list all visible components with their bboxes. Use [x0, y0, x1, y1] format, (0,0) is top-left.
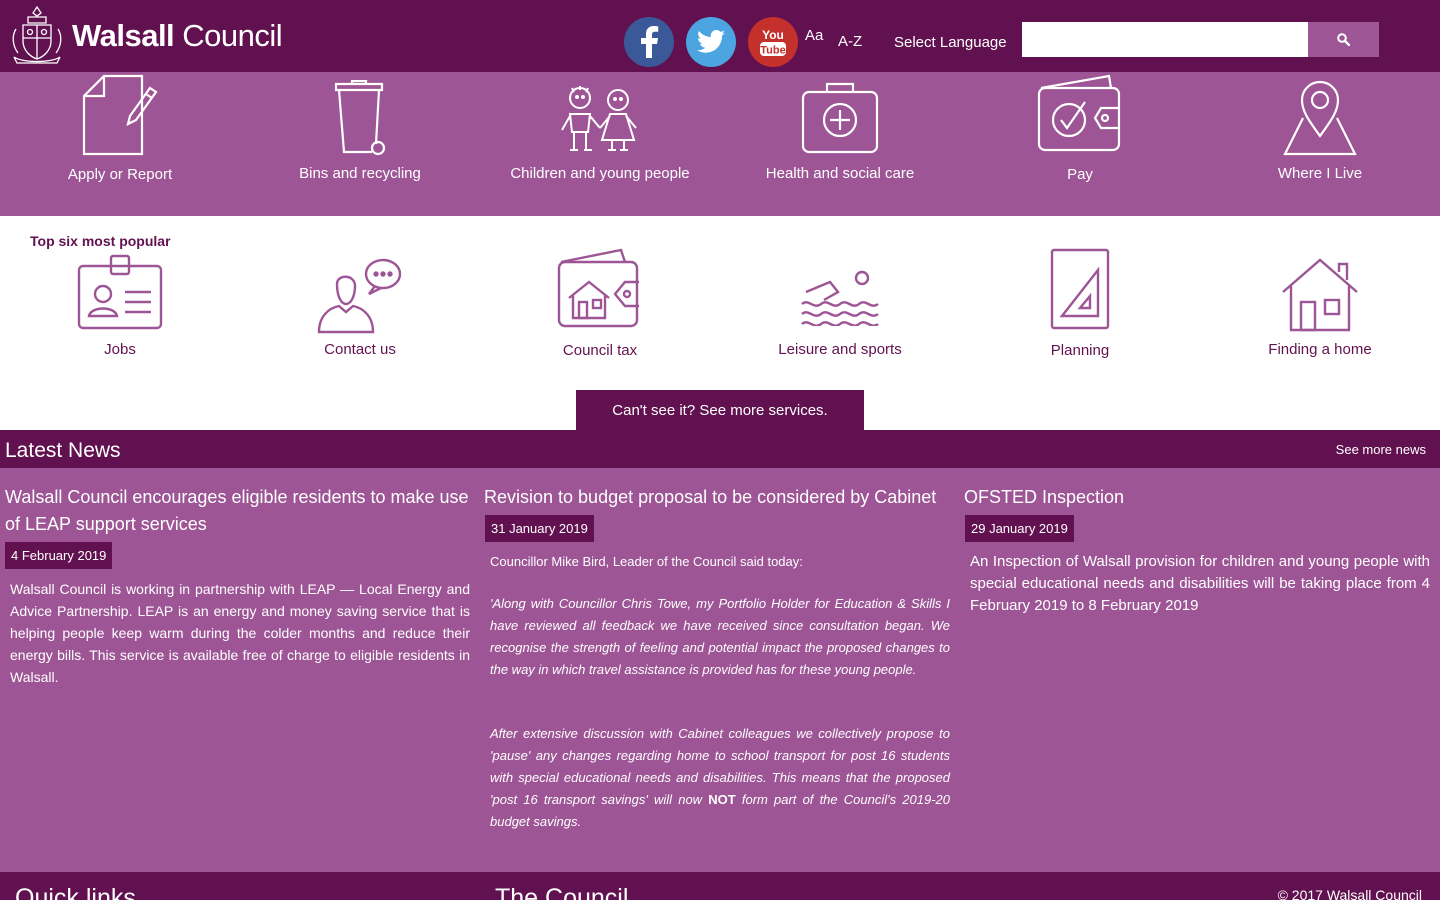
- news-headline-link[interactable]: Revision to budget proposal to be consid…: [484, 487, 936, 507]
- council-logo[interactable]: Walsall Council: [8, 5, 283, 67]
- site-header: Walsall Council You Tube Aa A-Z Select L…: [0, 0, 1440, 72]
- twitter-icon: [697, 30, 725, 53]
- text-size-button[interactable]: Aa: [805, 27, 823, 44]
- news-date: 31 January 2019: [485, 515, 594, 542]
- service-pay[interactable]: Pay: [960, 72, 1200, 216]
- select-language-link[interactable]: Select Language: [894, 34, 1007, 51]
- house-icon: [1282, 258, 1358, 332]
- news-body: An Inspection of Walsall provision for c…: [970, 553, 1430, 614]
- document-pen-icon: [82, 74, 158, 156]
- popular-council-tax[interactable]: Council tax: [480, 216, 720, 376]
- person-speech-icon: [317, 258, 402, 334]
- quote-bold: NOT: [708, 792, 736, 807]
- popular-label: Council tax: [562, 342, 638, 359]
- a-z-link[interactable]: A-Z: [838, 33, 862, 50]
- popular-planning[interactable]: Planning: [960, 216, 1200, 376]
- popular-leisure-and-sports[interactable]: Leisure and sports: [720, 216, 960, 376]
- youtube-bottom-text: Tube: [760, 45, 785, 57]
- search-icon: [1337, 33, 1350, 46]
- medical-bag-icon: [801, 82, 879, 154]
- set-square-icon: [1050, 248, 1110, 330]
- popular-label: Leisure and sports: [778, 341, 902, 358]
- footer-the-council-heading: The Council: [495, 884, 629, 900]
- popular-label: Planning: [1050, 342, 1110, 359]
- news-date: 4 February 2019: [5, 542, 113, 569]
- swimmer-icon: [801, 270, 879, 326]
- news-article-1: Walsall Council encourages eligible resi…: [0, 484, 470, 688]
- see-more-news-link[interactable]: See more news: [1336, 442, 1426, 457]
- service-children-and-young-people[interactable]: Children and young people: [480, 72, 720, 216]
- popular-jobs[interactable]: Jobs: [0, 216, 240, 376]
- popular-services-band: Top six most popular Jobs Contact us Cou…: [0, 216, 1440, 430]
- popular-label: Finding a home: [1268, 341, 1372, 358]
- wallet-check-icon: [1037, 74, 1121, 152]
- children-icon: [561, 86, 637, 151]
- service-bins-and-recycling[interactable]: Bins and recycling: [240, 72, 480, 216]
- logo-light-text: Council: [182, 18, 283, 53]
- service-label: Where I Live: [1277, 165, 1363, 182]
- news-date: 29 January 2019: [965, 515, 1074, 542]
- news-headline[interactable]: Walsall Council encourages eligible resi…: [0, 484, 470, 538]
- copyright-text: © 2017 Walsall Council: [1277, 887, 1422, 900]
- service-where-i-live[interactable]: Where I Live: [1200, 72, 1440, 216]
- crest-icon: [12, 5, 62, 64]
- news-article-3: OFSTED Inspection 29 January 2019 An Ins…: [960, 484, 1430, 617]
- service-label: Pay: [1067, 166, 1093, 183]
- service-label: Apply or Report: [67, 166, 173, 183]
- service-apply-or-report[interactable]: Apply or Report: [0, 72, 240, 216]
- twitter-button[interactable]: [686, 17, 736, 67]
- latest-news-title: Latest News: [5, 439, 121, 462]
- service-label: Bins and recycling: [299, 165, 421, 182]
- wallet-house-icon: [557, 248, 639, 328]
- footer-quick-links-heading: Quick links: [15, 884, 136, 900]
- service-label: Health and social care: [765, 165, 915, 182]
- wheelie-bin-icon: [334, 80, 386, 156]
- site-footer: Quick links The Council © 2017 Walsall C…: [0, 872, 1440, 900]
- youtube-button[interactable]: You Tube: [748, 17, 798, 67]
- youtube-icon: You Tube: [760, 28, 786, 57]
- news-headline[interactable]: OFSTED Inspection: [960, 484, 1430, 511]
- news-headline-link[interactable]: OFSTED Inspection: [964, 487, 1124, 507]
- logo-bold-text: Walsall: [72, 18, 175, 53]
- news-body: Walsall Council is working in partnershi…: [10, 581, 470, 685]
- news-article-2: Revision to budget proposal to be consid…: [480, 484, 950, 833]
- news-headline-link[interactable]: Walsall Council encourages eligible resi…: [5, 487, 469, 534]
- id-badge-icon: [77, 254, 163, 330]
- popular-label: Jobs: [104, 341, 136, 358]
- map-pin-icon: [1283, 80, 1357, 156]
- search-input[interactable]: [1022, 22, 1308, 57]
- service-health-and-social-care[interactable]: Health and social care: [720, 72, 960, 216]
- see-more-services-button[interactable]: Can't see it? See more services.: [576, 390, 864, 430]
- search-button[interactable]: [1308, 22, 1379, 57]
- news-headline[interactable]: Revision to budget proposal to be consid…: [480, 484, 950, 511]
- latest-news-bar: Latest News See more news: [0, 430, 1440, 468]
- facebook-icon: [641, 26, 659, 58]
- service-label: Children and young people: [510, 165, 690, 182]
- news-intro: Councillor Mike Bird, Leader of the Coun…: [490, 554, 803, 569]
- youtube-top-text: You: [762, 28, 784, 42]
- top-services-band: Apply or Report Bins and recycling Child…: [0, 72, 1440, 216]
- popular-label: Contact us: [324, 341, 396, 358]
- facebook-button[interactable]: [624, 17, 674, 67]
- news-quote: After extensive discussion with Cabinet …: [490, 723, 950, 833]
- popular-finding-a-home[interactable]: Finding a home: [1200, 216, 1440, 376]
- news-quote: 'Along with Councillor Chris Towe, my Po…: [490, 596, 950, 677]
- popular-contact-us[interactable]: Contact us: [240, 216, 480, 376]
